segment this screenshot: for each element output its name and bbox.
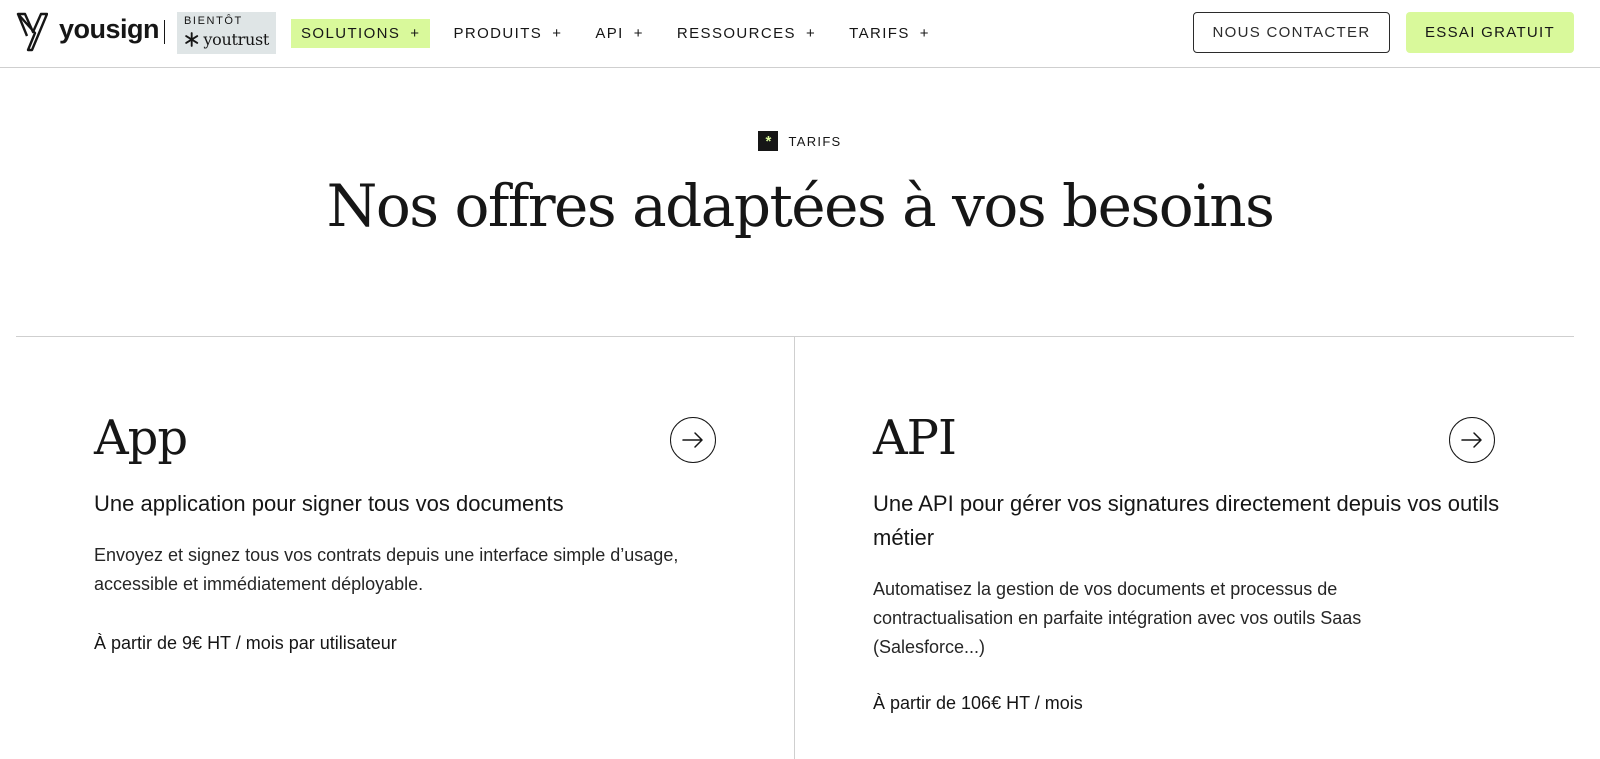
asterisk-icon: * [758,131,779,151]
offer-description: Automatisez la gestion de vos documents … [873,579,1362,657]
youtrust-name: youtrust [203,30,269,49]
arrow-right-icon[interactable] [1449,417,1495,463]
nav-item-label: API [595,25,624,42]
offer-title: API [873,410,957,466]
youtrust-brand: youtrust [184,30,269,49]
eyebrow-label: TARIFS [788,133,842,149]
grid-divider-vertical [794,337,795,759]
nav-item-produits[interactable]: PRODUITS + [443,19,572,48]
nav-item-label: SOLUTIONS [301,25,401,42]
main-nav: SOLUTIONS + PRODUITS + API + RESSOURCES … [291,19,953,48]
offer-price: À partir de 9€ HT / mois par utilisateur [94,633,397,653]
offer-price: À partir de 106€ HT / mois [873,693,1083,713]
nav-item-label: RESSOURCES [676,25,796,42]
yousign-logo-icon[interactable] [16,12,48,52]
page-title: Nos offres adaptées à vos besoins [326,172,1275,240]
youtrust-asterisk-icon [185,32,199,47]
offer-subtitle: Une API pour gérer vos signatures direct… [873,491,1500,550]
offer-title: App [94,410,188,466]
arrow-right-icon[interactable] [670,417,716,463]
nav-item-api[interactable]: API + [585,19,654,48]
nav-item-label: TARIFS [849,25,910,42]
nav-item-solutions[interactable]: SOLUTIONS + [291,19,431,48]
top-navigation-bar: yousign BIENTÔT youtrust SOLUTIONS + PRO… [0,0,1600,68]
plus-icon: + [919,25,930,42]
brand-name[interactable]: yousign [59,14,160,45]
plus-icon: + [552,25,563,42]
nav-item-tarifs[interactable]: TARIFS + [839,19,940,48]
coming-soon-badge: BIENTÔT youtrust [177,12,276,54]
offer-subtitle: Une application pour signer tous vos doc… [94,491,564,516]
coming-soon-label: BIENTÔT [184,15,243,27]
section-eyebrow: * TARIFS [0,131,1600,151]
nav-item-ressources[interactable]: RESSOURCES + [667,19,826,48]
nav-item-label: PRODUITS [453,25,543,42]
logo-separator [164,20,165,44]
grid-divider-horizontal [16,336,1574,337]
plus-icon: + [410,25,421,42]
contact-button[interactable]: NOUS CONTACTER [1193,12,1390,53]
plus-icon: + [805,25,817,42]
offer-description: Envoyez et signez tous vos contrats depu… [94,545,679,594]
plus-icon: + [633,25,644,42]
free-trial-button[interactable]: ESSAI GRATUIT [1406,12,1574,53]
